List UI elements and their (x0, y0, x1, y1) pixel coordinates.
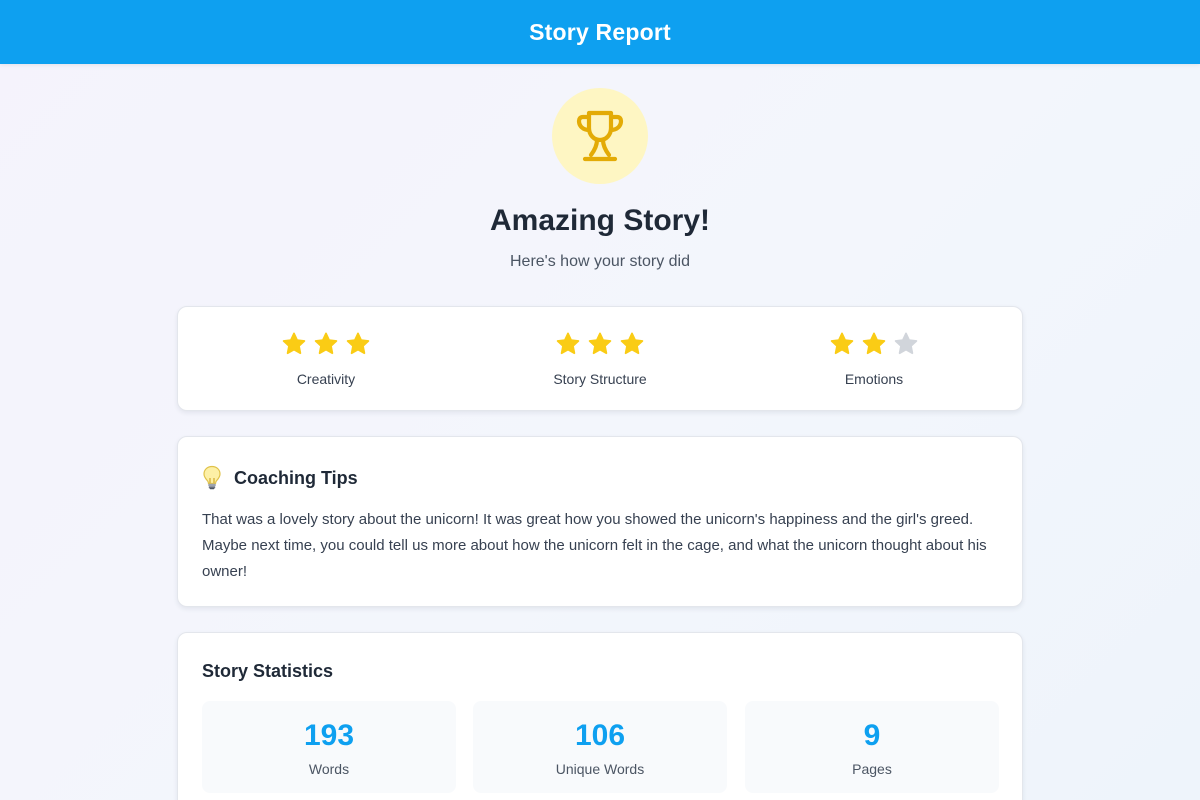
star-filled-icon (282, 332, 306, 355)
rating-label: Creativity (296, 371, 356, 387)
top-bar: Story Report (0, 0, 1200, 64)
star-rating (470, 331, 730, 359)
trophy-icon (576, 110, 624, 162)
rating-story-structure: Story Structure (470, 331, 730, 387)
star-filled-icon (346, 332, 370, 355)
hero-title: Amazing Story! (489, 204, 711, 237)
coaching-tips-text: That was a lovely story about the unicor… (202, 511, 987, 580)
lightbulb-icon (203, 465, 221, 490)
rating-label: Story Structure (553, 371, 647, 387)
star-filled-icon (830, 332, 854, 355)
star-filled-icon (314, 332, 338, 355)
star-filled-icon (862, 332, 886, 355)
star-rating (744, 331, 1004, 359)
rating-creativity: Creativity (196, 331, 456, 387)
stat-value: 9 (863, 719, 881, 752)
ratings-card: Creativity Story Structure Emotions (177, 306, 1023, 411)
coaching-tips-title: Coaching Tips (234, 467, 358, 488)
stat-label: Words (308, 761, 350, 777)
stat-value: 193 (303, 719, 355, 752)
stat-label: Unique Words (555, 761, 645, 777)
rating-emotions: Emotions (744, 331, 1004, 387)
story-statistics-card: Story Statistics 193 Words 106 Unique Wo… (177, 632, 1023, 800)
stat-pages: 9 Pages (745, 701, 999, 793)
story-statistics-title: Story Statistics (202, 661, 334, 681)
stat-unique-words: 106 Unique Words (473, 701, 727, 793)
star-filled-icon (620, 332, 644, 355)
hero-subtitle: Here's how your story did (509, 253, 690, 270)
coaching-tips-header: Coaching Tips (202, 465, 358, 491)
coaching-tips-card: Coaching Tips That was a lovely story ab… (177, 436, 1023, 607)
star-filled-icon (588, 332, 612, 355)
star-empty-icon (894, 332, 918, 355)
page-title: Story Report (529, 18, 671, 45)
stat-words: 193 Words (202, 701, 456, 793)
rating-label: Emotions (844, 371, 904, 387)
star-rating (196, 331, 456, 359)
stat-value: 106 (574, 719, 626, 752)
stat-label: Pages (852, 761, 892, 777)
star-filled-icon (556, 332, 580, 355)
trophy-badge (552, 88, 648, 184)
